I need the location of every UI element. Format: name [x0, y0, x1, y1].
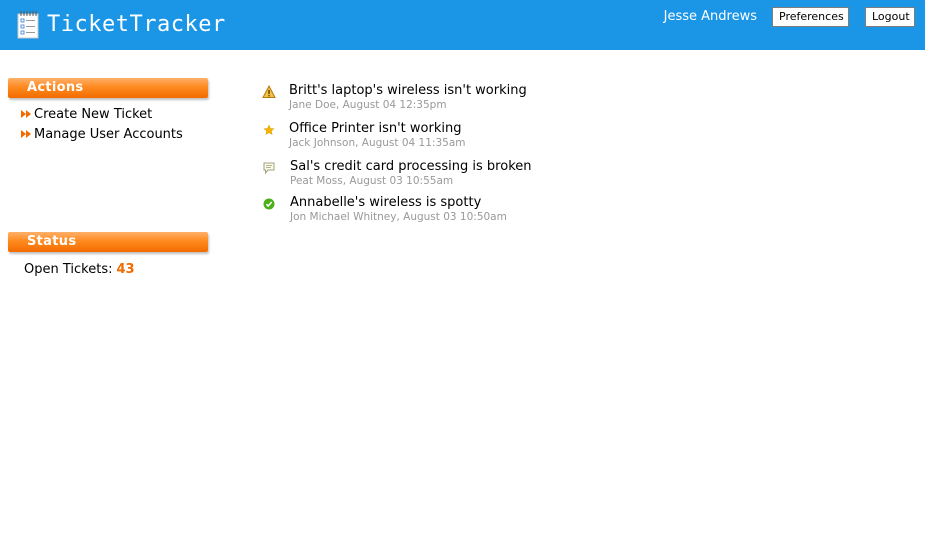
status-panel-title: Status	[27, 234, 77, 249]
ticket-meta: Peat Moss, August 03 10:55am	[290, 175, 454, 187]
ticket-meta: Jack Johnson, August 04 11:35am	[289, 137, 466, 149]
open-tickets-count: 43	[116, 262, 135, 277]
double-arrow-right-icon	[21, 130, 31, 138]
ticket-title[interactable]: Britt's laptop's wireless isn't working	[289, 83, 527, 99]
open-tickets-status: Open Tickets: 43	[24, 262, 135, 278]
user-name: Jesse Andrews	[663, 9, 757, 24]
double-arrow-right-icon	[21, 110, 31, 118]
ticket-title[interactable]: Sal's credit card processing is broken	[290, 159, 532, 175]
check-icon	[263, 198, 275, 210]
status-panel-header: Status	[8, 232, 208, 252]
actions-panel-title: Actions	[27, 80, 84, 95]
ticket-meta: Jane Doe, August 04 12:35pm	[289, 99, 447, 111]
manage-user-accounts-label: Manage User Accounts	[34, 126, 183, 142]
comment-icon	[263, 162, 275, 175]
app-title: TicketTracker	[47, 12, 226, 37]
notepad-icon	[17, 11, 39, 39]
ticket-item[interactable]: Annabelle's wireless is spotty Jon Micha…	[262, 195, 662, 227]
actions-panel-header: Actions	[8, 78, 208, 98]
logout-button[interactable]: Logout	[865, 7, 915, 27]
ticket-item[interactable]: Office Printer isn't working Jack Johnso…	[262, 121, 662, 153]
create-new-ticket-link[interactable]: Create New Ticket	[20, 106, 152, 122]
ticket-title[interactable]: Annabelle's wireless is spotty	[290, 195, 481, 211]
ticket-item[interactable]: Britt's laptop's wireless isn't working …	[262, 83, 662, 115]
star-icon	[263, 124, 275, 136]
create-new-ticket-label: Create New Ticket	[34, 106, 153, 122]
ticket-title[interactable]: Office Printer isn't working	[289, 121, 461, 137]
ticket-meta: Jon Michael Whitney, August 03 10:50am	[290, 211, 507, 223]
preferences-button[interactable]: Preferences	[772, 7, 849, 27]
open-tickets-label: Open Tickets:	[24, 262, 113, 277]
app-header: TicketTracker Jesse Andrews Preferences …	[0, 0, 925, 50]
ticket-item[interactable]: Sal's credit card processing is broken P…	[262, 159, 662, 191]
manage-user-accounts-link[interactable]: Manage User Accounts	[20, 126, 183, 142]
warning-icon	[262, 85, 276, 98]
